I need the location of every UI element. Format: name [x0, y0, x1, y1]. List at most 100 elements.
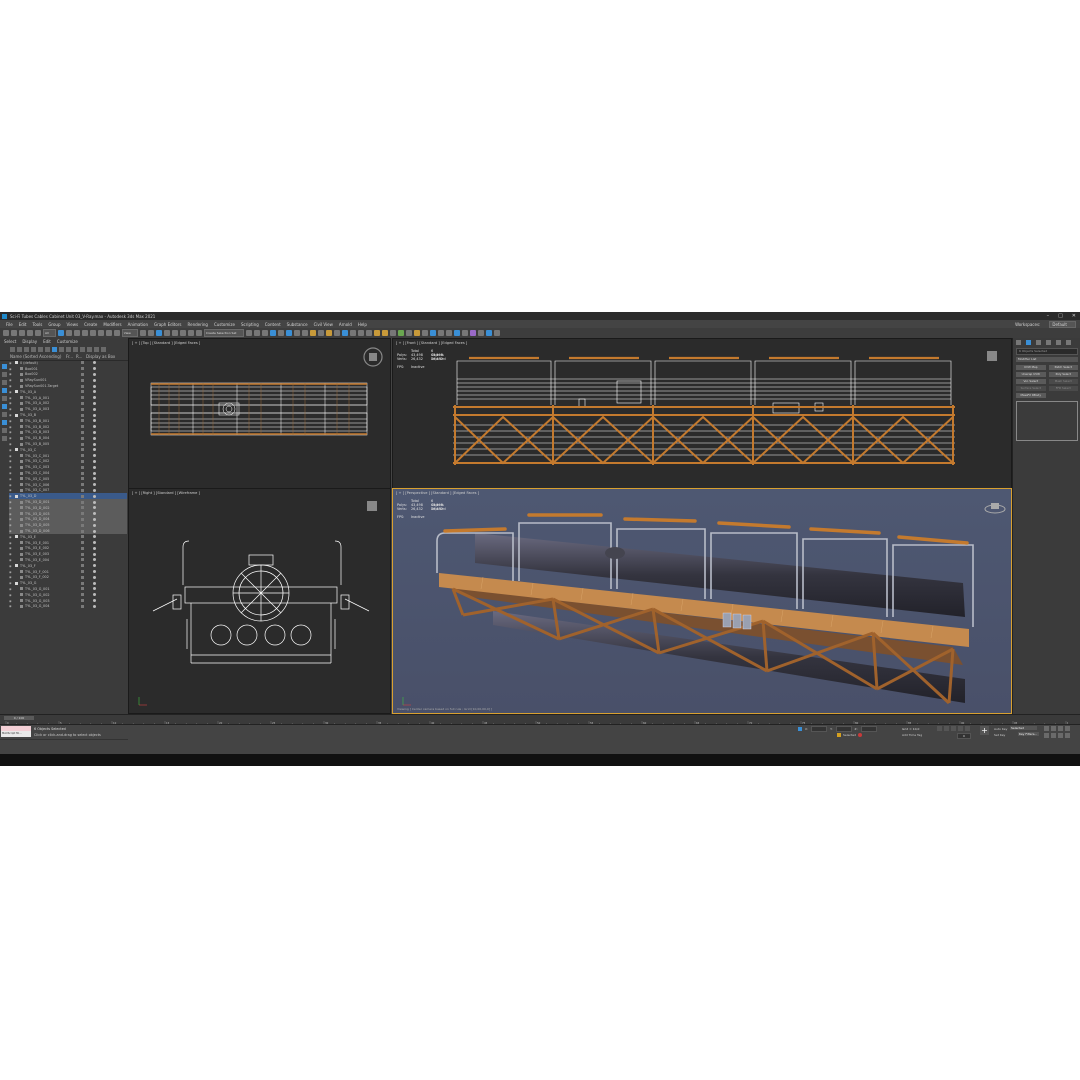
freeze-toggle-icon[interactable] — [81, 541, 84, 545]
vray-fur-icon[interactable] — [405, 330, 412, 336]
select-object-icon[interactable] — [57, 330, 64, 336]
visibility-eye-icon[interactable]: ◉ — [9, 454, 15, 458]
arnold-render-icon[interactable] — [469, 330, 476, 336]
extra-tool-icon[interactable] — [493, 330, 500, 336]
render-toggle-icon[interactable] — [93, 413, 96, 417]
render-toggle-icon[interactable] — [93, 604, 96, 608]
rect-selection-icon[interactable] — [73, 330, 80, 336]
render-toggle-icon[interactable] — [93, 396, 96, 400]
vray-light-icon[interactable] — [365, 330, 372, 336]
keyboard-shortcut-icon[interactable] — [155, 330, 162, 336]
freeze-toggle-icon[interactable] — [81, 430, 84, 434]
edit-named-sel-icon[interactable] — [195, 330, 202, 336]
toggle-layer-explorer-icon[interactable] — [269, 330, 276, 336]
render-toggle-icon[interactable] — [93, 378, 96, 382]
menu-animation[interactable]: Animation — [128, 322, 148, 327]
viewcube-front[interactable] — [987, 351, 997, 361]
next-frame-icon[interactable] — [958, 726, 963, 731]
render-in-cloud-icon[interactable] — [341, 330, 348, 336]
substance-icon[interactable] — [485, 330, 492, 336]
visibility-eye-icon[interactable]: ◉ — [9, 500, 15, 504]
render-production-icon[interactable] — [325, 330, 332, 336]
render-toggle-icon[interactable] — [93, 430, 96, 434]
freeze-toggle-icon[interactable] — [81, 570, 84, 574]
modifier-stack[interactable] — [1016, 401, 1078, 441]
render-toggle-icon[interactable] — [93, 419, 96, 423]
render-toggle-icon[interactable] — [93, 401, 96, 405]
angle-snap-icon[interactable] — [171, 330, 178, 336]
material-editor-icon[interactable] — [301, 330, 308, 336]
explorer-menu-display[interactable]: Display — [22, 339, 37, 344]
freeze-toggle-icon[interactable] — [81, 425, 84, 429]
visibility-eye-icon[interactable]: ◉ — [9, 477, 15, 481]
visibility-eye-icon[interactable]: ◉ — [9, 442, 15, 446]
maxscript-listener[interactable]: MAXScript Mi... — [1, 726, 31, 737]
render-toggle-icon[interactable] — [93, 459, 96, 463]
shape-filter-icon[interactable] — [66, 346, 71, 352]
freeze-toggle-icon[interactable] — [81, 604, 84, 608]
render-toggle-icon[interactable] — [93, 558, 96, 562]
visibility-eye-icon[interactable]: ◉ — [9, 483, 15, 487]
isolate-selection-icon[interactable] — [858, 733, 863, 737]
render-toggle-icon[interactable] — [93, 483, 96, 487]
orbit-icon[interactable] — [1058, 733, 1063, 738]
menu-views[interactable]: Views — [67, 322, 79, 327]
time-slider[interactable]: 0 / 100 — [4, 716, 34, 720]
render-toggle-icon[interactable] — [93, 442, 96, 446]
render-toggle-icon[interactable] — [93, 436, 96, 440]
key-filters-button[interactable]: Key Filters... — [1018, 732, 1039, 736]
modifier-button-unwrap-uvw[interactable]: Unwrap UVW — [1016, 372, 1046, 377]
render-toggle-icon[interactable] — [93, 465, 96, 469]
modifier-button-patch-select[interactable]: Patch Select — [1048, 365, 1078, 370]
a360-gallery-icon[interactable] — [349, 330, 356, 336]
collapse-icon[interactable] — [1, 396, 7, 401]
vray-lister-icon[interactable] — [453, 330, 460, 336]
freeze-toggle-icon[interactable] — [81, 378, 84, 382]
set-key-icon[interactable]: + — [980, 726, 989, 735]
freeze-toggle-icon[interactable] — [81, 558, 84, 562]
visibility-eye-icon[interactable]: ◉ — [9, 599, 15, 603]
pan-icon[interactable] — [1051, 733, 1056, 738]
visibility-eye-icon[interactable]: ◉ — [9, 465, 15, 469]
viewport-top-label[interactable]: [ + ] [Top ] [Standard ] [Edged Faces ] — [132, 341, 200, 345]
visibility-eye-icon[interactable]: ◉ — [9, 575, 15, 579]
percent-snap-icon[interactable] — [179, 330, 186, 336]
viewport-right-label[interactable]: [ + ] [Right ] [Standard ] [Wireframe ] — [132, 491, 200, 495]
window-crossing-icon[interactable] — [81, 330, 88, 336]
isolate-icon[interactable] — [1, 436, 7, 441]
render-toggle-icon[interactable] — [93, 523, 96, 527]
group-filter-icon[interactable] — [101, 346, 106, 352]
menu-civil-view[interactable]: Civil View — [314, 322, 333, 327]
render-toggle-icon[interactable] — [93, 500, 96, 504]
selection-filter-dropdown[interactable]: All — [43, 329, 56, 337]
freeze-toggle-icon[interactable] — [81, 372, 84, 376]
visibility-eye-icon[interactable]: ◉ — [9, 372, 15, 376]
render-toggle-icon[interactable] — [93, 390, 96, 394]
vray-proxy-icon[interactable] — [397, 330, 404, 336]
visibility-eye-icon[interactable]: ◉ — [9, 523, 15, 527]
current-frame-field[interactable]: 0 — [957, 733, 971, 739]
sync-selection-icon[interactable] — [1, 420, 7, 425]
freeze-toggle-icon[interactable] — [81, 535, 84, 539]
minimize-icon[interactable]: – — [1047, 313, 1050, 319]
key-selection-dropdown[interactable]: Selected — [1010, 726, 1037, 730]
render-toggle-icon[interactable] — [93, 535, 96, 539]
menu-customize[interactable]: Customize — [214, 322, 235, 327]
freeze-toggle-icon[interactable] — [81, 471, 84, 475]
freeze-toggle-icon[interactable] — [81, 390, 84, 394]
render-toggle-icon[interactable] — [93, 367, 96, 371]
zoom-all-icon[interactable] — [1051, 726, 1056, 731]
search-icon[interactable] — [17, 346, 22, 352]
render-toggle-icon[interactable] — [93, 454, 96, 458]
render-toggle-icon[interactable] — [93, 512, 96, 516]
visibility-eye-icon[interactable]: ◉ — [9, 546, 15, 550]
hierarchy-view-icon[interactable] — [1, 372, 7, 377]
visibility-eye-icon[interactable]: ◉ — [9, 558, 15, 562]
visibility-eye-icon[interactable]: ◉ — [9, 436, 15, 440]
render-toggle-icon[interactable] — [93, 564, 96, 568]
menu-substance[interactable]: Substance — [287, 322, 308, 327]
freeze-toggle-icon[interactable] — [81, 361, 84, 365]
add-time-tag[interactable]: Add Time Tag — [902, 733, 922, 737]
viewcube-perspective[interactable] — [984, 503, 1006, 514]
render-toggle-icon[interactable] — [93, 546, 96, 550]
